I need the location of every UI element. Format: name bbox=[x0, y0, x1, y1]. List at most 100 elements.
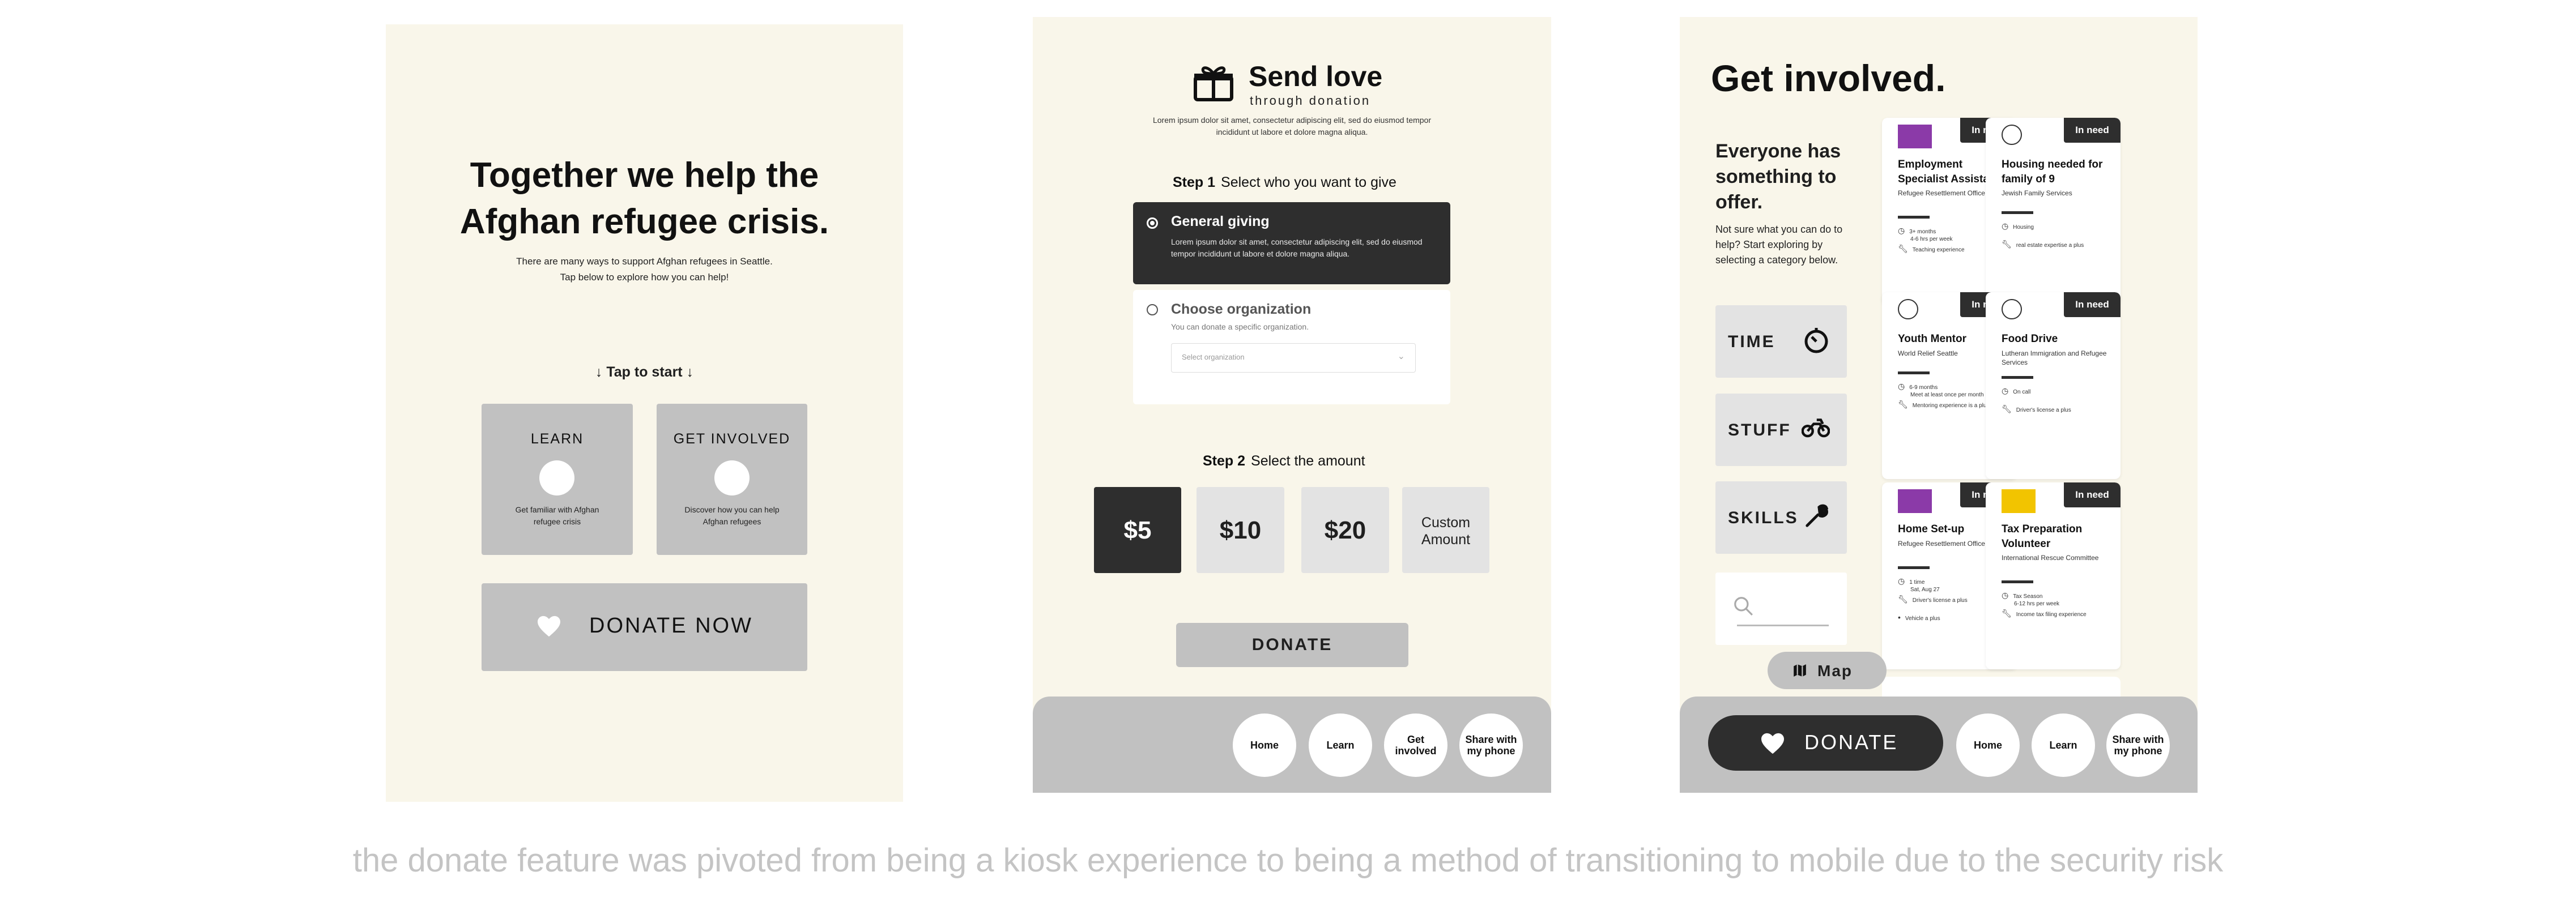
category-skills-button[interactable]: SKILLS bbox=[1715, 481, 1847, 554]
amount-20-label: $20 bbox=[1324, 516, 1366, 544]
listing-detail: ◷ On call bbox=[2002, 386, 2031, 395]
kiosk-home-screen: Together we help the Afghan refugee cris… bbox=[386, 24, 903, 802]
choose-organization-radio[interactable] bbox=[1147, 304, 1158, 315]
listing-organization: International Rescue Committee bbox=[2002, 554, 2099, 562]
general-giving-title: General giving bbox=[1171, 213, 1270, 229]
nav-learn-label: Learn bbox=[1326, 740, 1355, 751]
lead-subtext: Not sure what you can do to help? Start … bbox=[1715, 224, 1843, 266]
wrench-icon: 🔧︎ bbox=[2002, 609, 2012, 618]
category-time-button[interactable]: TIME bbox=[1715, 305, 1847, 378]
timer-icon bbox=[1804, 328, 1828, 353]
choose-organization-title: Choose organization bbox=[1171, 301, 1312, 317]
step1-label: Step 1 bbox=[1173, 174, 1216, 190]
nav-get-involved-label: Get involved bbox=[1395, 734, 1437, 757]
nav-learn-button[interactable]: Learn bbox=[1309, 714, 1372, 777]
listing-divider bbox=[2002, 211, 2033, 214]
choose-organization-desc: You can donate a specific organization. bbox=[1171, 322, 1309, 331]
organization-select[interactable]: Select organization ⌄ bbox=[1171, 343, 1416, 373]
amount-10-label: $10 bbox=[1219, 516, 1262, 544]
organization-logo bbox=[1898, 489, 1932, 513]
category-skills-label: SKILLS bbox=[1728, 509, 1799, 527]
learn-card[interactable]: LEARN Get familiar with Afghan refugee c… bbox=[482, 404, 633, 555]
learn-card-icon bbox=[539, 460, 574, 495]
wrench-icon: 🔧︎ bbox=[2002, 404, 2012, 413]
nav-home-label: Home bbox=[1250, 740, 1279, 751]
in-need-badge: In need bbox=[2064, 482, 2121, 507]
map-label: Map bbox=[1817, 662, 1853, 680]
listing-divider bbox=[2002, 580, 2033, 583]
amount-5-button[interactable]: $5 bbox=[1094, 487, 1181, 573]
wrench-icon: 🔧︎ bbox=[1898, 595, 1908, 604]
donate-pill-button[interactable]: DONATE bbox=[1708, 715, 1943, 771]
donate-pill-label: DONATE bbox=[1804, 730, 1898, 754]
in-need-badge: In need bbox=[2064, 292, 2121, 317]
listing-card[interactable]: In need Tax Preparation Volunteer Internat… bbox=[1986, 482, 2121, 669]
hero-title: Together we help the Afghan refugee cris… bbox=[459, 156, 829, 241]
nav-home-button[interactable]: Home bbox=[1233, 714, 1296, 777]
tap-to-start-label: ↓ Tap to start ↓ bbox=[595, 364, 694, 380]
donate-now-button[interactable]: DONATE NOW bbox=[482, 583, 807, 671]
organization-logo bbox=[2002, 125, 2022, 145]
listing-detail: ◷ Housing bbox=[2002, 221, 2034, 230]
general-giving-option[interactable]: General giving Lorem ipsum dolor sit ame… bbox=[1133, 202, 1450, 284]
nav-share-button[interactable]: Share with my phone bbox=[1459, 714, 1523, 777]
search-input[interactable] bbox=[1715, 573, 1847, 645]
step1-text: Select who you want to give bbox=[1221, 174, 1396, 190]
general-giving-radio[interactable] bbox=[1147, 217, 1158, 229]
wrench-icon bbox=[1806, 504, 1829, 527]
clock-icon: ◷ bbox=[2002, 221, 2009, 230]
nav-share-label: Share with my phone bbox=[2112, 734, 2164, 757]
custom-amount-button[interactable]: Custom Amount bbox=[1402, 487, 1489, 573]
donate-button-label: DONATE bbox=[1251, 635, 1333, 654]
get-involved-card-icon bbox=[714, 460, 750, 495]
step2-label: Step 2 bbox=[1203, 453, 1246, 469]
category-stuff-button[interactable]: STUFF bbox=[1715, 394, 1847, 466]
clock-icon: ◷ bbox=[2002, 386, 2009, 395]
nav-share-button[interactable]: Share with my phone bbox=[2106, 714, 2170, 777]
category-time-label: TIME bbox=[1728, 332, 1775, 351]
chevron-down-icon: ⌄ bbox=[1397, 352, 1405, 361]
nav-home-label: Home bbox=[1973, 740, 2002, 751]
listing-divider bbox=[1898, 371, 1930, 374]
listing-title: Tax Preparation Volunteer bbox=[2002, 523, 2083, 550]
get-involved-card-desc: Discover how you can help Afghan refugee… bbox=[684, 505, 780, 526]
bottom-nav-bar: Home Learn Get involved Share with my ph… bbox=[1033, 697, 1551, 793]
map-button[interactable]: Map bbox=[1768, 652, 1887, 689]
get-involved-title: Get involved. bbox=[1711, 57, 1946, 99]
choose-organization-option[interactable]: Choose organization You can donate a spe… bbox=[1133, 290, 1450, 404]
organization-logo bbox=[2002, 489, 2036, 513]
amount-10-button[interactable]: $10 bbox=[1197, 487, 1284, 573]
car-icon: • bbox=[1898, 613, 1901, 622]
get-involved-screen: Get involved. Everyone has something to … bbox=[1680, 17, 2198, 793]
wrench-icon: 🔧︎ bbox=[2002, 240, 2012, 249]
listing-title: Food Drive bbox=[2002, 333, 2058, 345]
send-love-title: Send love bbox=[1249, 61, 1383, 92]
get-involved-card[interactable]: GET INVOLVED Discover how you can help A… bbox=[657, 404, 807, 555]
listing-card[interactable]: In need Housing needed for family of 9 Jew… bbox=[1986, 118, 2121, 305]
clock-icon: ◷ bbox=[2002, 591, 2009, 600]
listing-card[interactable]: In need Food Drive Lutheran Immigration an… bbox=[1986, 292, 2121, 479]
motorcycle-icon bbox=[1802, 418, 1830, 438]
nav-learn-label: Learn bbox=[2049, 740, 2077, 751]
listing-detail: 🔧︎ Driver's license a plus bbox=[2002, 404, 2071, 413]
donate-button[interactable]: DONATE bbox=[1176, 623, 1408, 667]
search-underline bbox=[1737, 625, 1829, 626]
step2-heading: Step 2 Select the amount bbox=[1203, 453, 1365, 469]
listing-detail: ◷ Tax Season 6-12 hrs per week bbox=[2002, 591, 2060, 607]
heart-icon bbox=[538, 616, 560, 637]
organization-logo bbox=[1898, 299, 1918, 319]
nav-learn-button[interactable]: Learn bbox=[2032, 714, 2095, 777]
general-giving-desc: Lorem ipsum dolor sit amet, consectetur … bbox=[1171, 237, 1423, 258]
nav-home-button[interactable]: Home bbox=[1956, 714, 2020, 777]
nav-get-involved-button[interactable]: Get involved bbox=[1384, 714, 1447, 777]
custom-amount-label: Custom Amount bbox=[1421, 515, 1471, 548]
lead-text: Everyone has something to offer. bbox=[1715, 140, 1841, 213]
listing-detail: 🔧︎ real estate expertise a plus bbox=[2002, 240, 2084, 249]
bottom-nav-bar: DONATE Home Learn Share with my phone bbox=[1680, 697, 2198, 793]
listing-title: Housing needed for family of 9 bbox=[2002, 159, 2103, 185]
listing-card-peek-2 bbox=[1986, 677, 2121, 699]
amount-20-button[interactable]: $20 bbox=[1301, 487, 1389, 573]
learn-card-title: LEARN bbox=[530, 431, 584, 447]
listing-divider bbox=[1898, 216, 1930, 219]
category-stuff-label: STUFF bbox=[1728, 421, 1791, 439]
